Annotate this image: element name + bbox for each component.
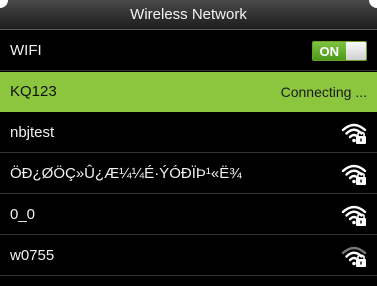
wifi-locked-icon	[341, 123, 367, 144]
network-item-chinese-ssid[interactable]: ÖÐ¿ØÖÇ»Û¿Æ¼¼É·ÝÓÐÏÞ¹«Ë¾	[0, 154, 377, 194]
network-item-0-0[interactable]: 0_0	[0, 195, 377, 235]
network-name: KQ123	[10, 83, 57, 100]
network-item-nbjtest[interactable]: nbjtest	[0, 113, 377, 153]
network-name: 0_0	[10, 206, 36, 223]
network-item-kq123[interactable]: KQ123 Connecting ...	[0, 72, 377, 112]
wifi-locked-icon	[341, 205, 367, 226]
title-corner-right	[369, 0, 377, 8]
network-name: w0755	[10, 247, 55, 264]
page-title: Wireless Network	[130, 6, 247, 23]
title-bar: Wireless Network	[0, 0, 377, 30]
network-item-w0755[interactable]: w0755	[0, 236, 377, 276]
connection-status: Connecting ...	[280, 83, 367, 100]
wifi-toggle-row[interactable]: WIFI ON	[0, 31, 377, 71]
toggle-on-label: ON	[312, 41, 346, 60]
toggle-knob	[346, 41, 366, 60]
network-name: ÖÐ¿ØÖÇ»Û¿Æ¼¼É·ÝÓÐÏÞ¹«Ë¾	[10, 165, 242, 182]
network-name: nbjtest	[10, 124, 55, 141]
title-corner-left	[0, 0, 8, 8]
wireless-network-screen: Wireless Network WIFI ON KQ123 Connectin…	[0, 0, 377, 286]
wifi-toggle-switch[interactable]: ON	[311, 40, 367, 61]
wifi-locked-icon	[341, 246, 367, 267]
wifi-locked-icon	[341, 164, 367, 185]
wifi-label: WIFI	[10, 42, 42, 59]
